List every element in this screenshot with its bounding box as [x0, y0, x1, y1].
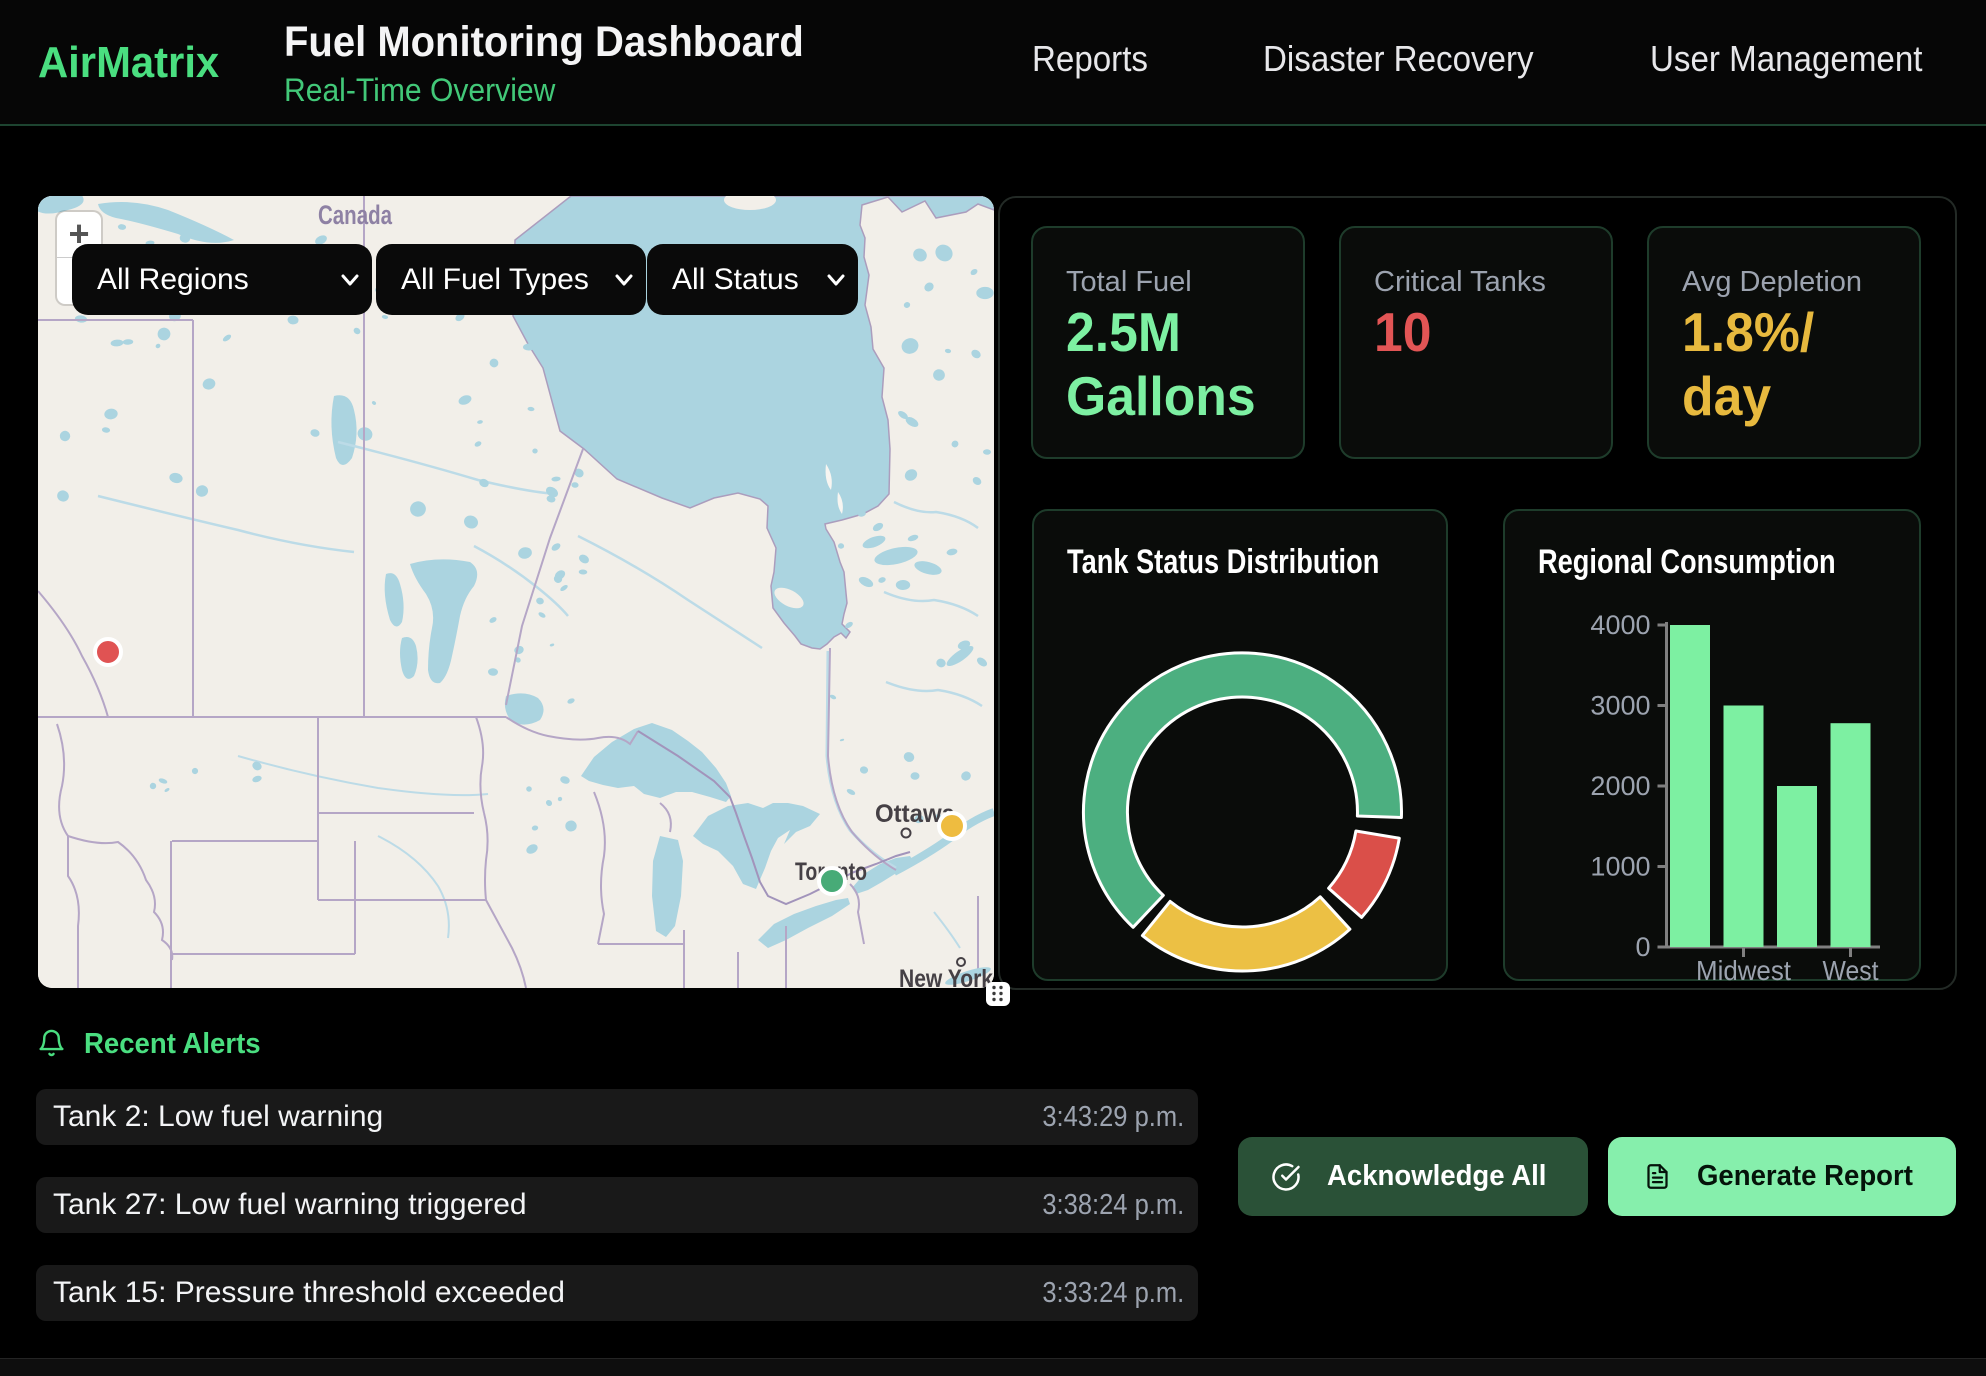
- svg-text:Midwest: Midwest: [1696, 955, 1791, 983]
- svg-text:3000: 3000: [1590, 691, 1650, 721]
- svg-text:4000: 4000: [1590, 610, 1650, 640]
- svg-text:2000: 2000: [1590, 771, 1650, 801]
- svg-text:Canada: Canada: [318, 200, 393, 230]
- svg-text:1000: 1000: [1590, 852, 1650, 882]
- svg-text:0: 0: [1635, 932, 1650, 962]
- svg-text:West: West: [1823, 955, 1879, 983]
- svg-text:New York: New York: [899, 965, 993, 988]
